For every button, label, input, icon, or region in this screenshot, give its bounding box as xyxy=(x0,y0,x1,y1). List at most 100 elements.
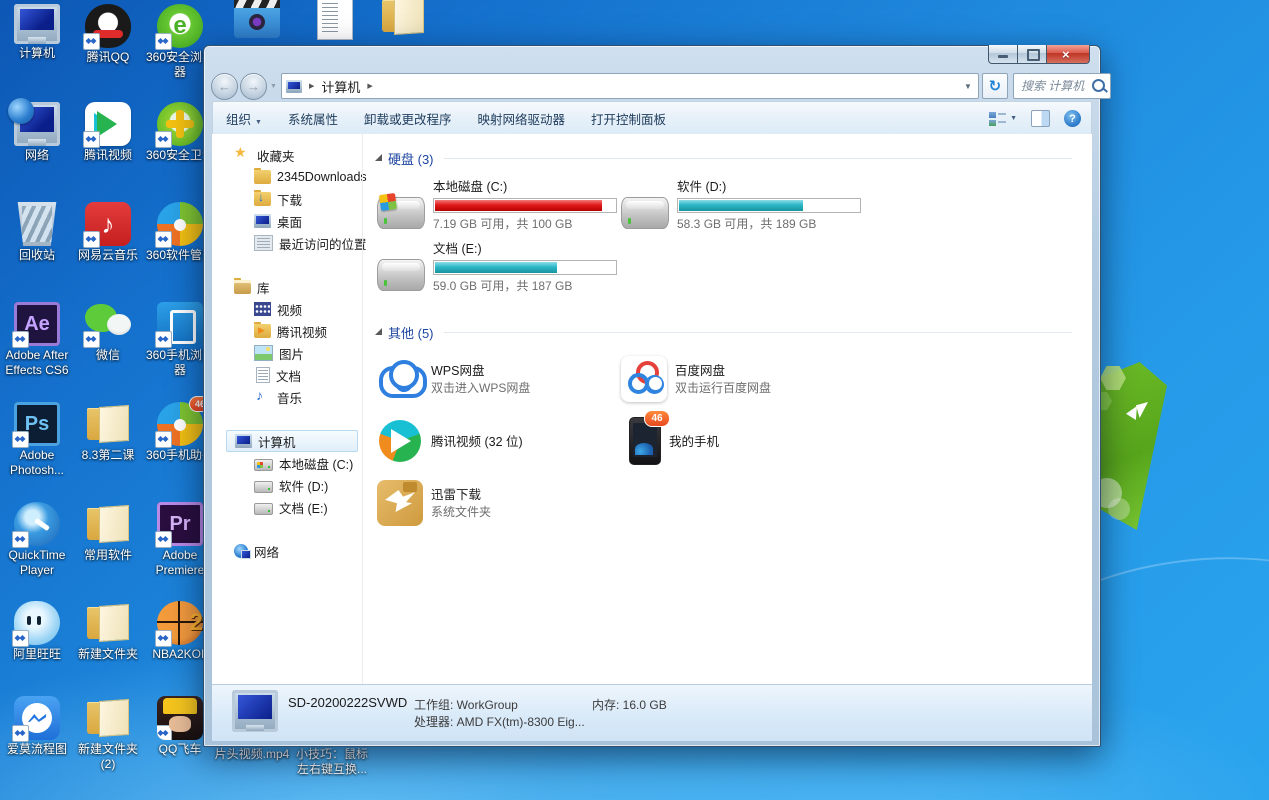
textfile-desktop-icon[interactable] xyxy=(300,0,370,40)
group-header[interactable]: 其他 (5) xyxy=(373,322,1076,342)
desktop-icon-art xyxy=(155,202,203,248)
desktop-icon-art xyxy=(380,0,426,38)
sidebar-item-桌面[interactable]: 桌面 xyxy=(212,210,362,232)
preview-pane-button[interactable] xyxy=(1031,110,1050,127)
help-button[interactable]: ? xyxy=(1064,110,1081,127)
shortcut-arrow-icon xyxy=(83,33,100,50)
微信-desktop-icon[interactable]: 微信 xyxy=(73,302,143,363)
阿里旺旺-desktop-icon[interactable]: 阿里旺旺 xyxy=(2,601,72,662)
item-name: 迅雷下载 xyxy=(431,488,482,502)
forward-button[interactable]: → xyxy=(240,72,267,100)
desktop-icon-art: Ps xyxy=(12,402,60,448)
计算机-desktop-icon[interactable]: 计算机 xyxy=(2,4,72,61)
新建文件夹-desktop-icon[interactable]: 新建文件夹 xyxy=(73,601,143,662)
sidebar-item-文档[interactable]: 文档 xyxy=(212,364,362,386)
uninstall-or-change-program-button[interactable]: 卸载或更改程序 xyxy=(351,109,465,128)
clapper-desktop-icon[interactable] xyxy=(222,0,292,38)
Adobe Photosh...-desktop-icon[interactable]: Ps Adobe Photosh... xyxy=(2,402,72,477)
sidebar-item-库[interactable]: 库 xyxy=(212,276,362,298)
refresh-button[interactable]: ↻ xyxy=(981,73,1008,99)
desktop-icon-art: e xyxy=(155,4,203,50)
breadcrumb-arrow-icon[interactable]: ▶ xyxy=(367,82,372,90)
sidebar-item-软件 (D:)[interactable]: 软件 (D:) xyxy=(212,474,362,496)
sidebar-item-图片[interactable]: 图片 xyxy=(212,342,362,364)
sidebar-item-下载[interactable]: 下载 xyxy=(212,188,362,210)
常用软件-desktop-icon[interactable]: 常用软件 xyxy=(73,502,143,563)
computer-name: SD-20200222SVWD xyxy=(288,695,408,710)
QuickTime Player-desktop-icon[interactable]: QuickTime Player xyxy=(2,502,72,577)
sidebar-item-音乐[interactable]: 音乐 xyxy=(212,386,362,408)
hdd-c-icon xyxy=(377,192,425,229)
item-name: 腾讯视频 (32 位) xyxy=(431,434,523,449)
腾讯QQ-desktop-icon[interactable]: 腾讯QQ xyxy=(73,4,143,65)
wallpaper-bokeh xyxy=(1108,498,1130,520)
address-bar: ← → ▼ ▶ 计算机 ▶ ▼ ↻ xyxy=(211,71,1111,101)
item-name: 我的手机 xyxy=(669,434,720,449)
新建文件夹 (2)-desktop-icon[interactable]: 新建文件夹 (2) xyxy=(73,696,143,771)
desktop-icon-art xyxy=(83,4,131,50)
breadcrumb-arrow-icon[interactable]: ▶ xyxy=(309,82,314,90)
group-header[interactable]: 硬盘 (3) xyxy=(373,148,1076,168)
sidebar-item-最近访问的位置[interactable]: 最近访问的位置 xyxy=(212,232,367,254)
desktop-icon-art xyxy=(234,0,280,38)
back-button[interactable]: ← xyxy=(211,72,238,100)
navigation-pane: 收藏夹 2345Downloads 下载桌面最近访问的位置库视频腾讯视频图片文档音乐… xyxy=(212,134,367,684)
网易云音乐-desktop-icon[interactable]: ♪ 网易云音乐 xyxy=(73,202,143,263)
history-dropdown-icon[interactable]: ▼ xyxy=(270,83,277,90)
breadcrumb[interactable]: ▶ 计算机 ▶ ▼ xyxy=(280,73,979,99)
腾讯视频 (32 位)-item[interactable]: 腾讯视频 (32 位) xyxy=(377,412,621,468)
close-button[interactable]: × xyxy=(1046,45,1090,64)
desktop-icon-art xyxy=(12,502,60,548)
8.3第二课-desktop-icon[interactable]: 8.3第二课 xyxy=(73,402,143,463)
sidebar-item-本地磁盘 (C:)[interactable]: 本地磁盘 (C:) xyxy=(212,452,362,474)
软件 (D:)-item[interactable]: 软件 (D:) 58.3 GB 可用，共 189 GB xyxy=(621,176,865,232)
system-properties-button[interactable]: 系统属性 xyxy=(275,109,351,128)
desktop-icon-label: 8.3第二课 xyxy=(81,448,135,462)
desktop-icon-label: 网络 xyxy=(24,148,49,162)
map-network-drive-button[interactable]: 映射网络驱动器 xyxy=(464,109,578,128)
sidebar-item-label: 腾讯视频 xyxy=(277,325,328,340)
迅雷下载-item[interactable]: 迅雷下载 系统文件夹 xyxy=(377,474,621,530)
folder-desktop-icon[interactable] xyxy=(368,0,438,38)
shortcut-arrow-icon xyxy=(157,725,172,740)
腾讯视频-desktop-icon[interactable]: 腾讯视频 xyxy=(73,102,143,163)
文档 (E:)-item[interactable]: 文档 (E:) 59.0 GB 可用，共 187 GB xyxy=(377,238,621,294)
hdd-icon xyxy=(377,259,425,291)
sidebar-item-计算机[interactable]: 计算机 xyxy=(226,430,358,452)
WPS网盘-item[interactable]: WPS网盘 双击进入WPS网盘 xyxy=(377,350,621,406)
sidebar-item-视频[interactable]: 视频 xyxy=(212,298,362,320)
desktop-icon-art: 46 xyxy=(155,396,211,448)
sidebar-item-label: 计算机 xyxy=(258,435,296,450)
group-collapse-icon xyxy=(375,153,382,161)
organize-button[interactable]: 组织 ▼ xyxy=(213,109,275,128)
search-input[interactable] xyxy=(1018,78,1095,94)
breadcrumb-item-computer[interactable]: 计算机 xyxy=(321,77,360,96)
desktop-icon-art: Pr xyxy=(155,502,203,548)
desktop-icon-label: 新建文件夹 (2) xyxy=(77,742,138,771)
minimize-button[interactable] xyxy=(988,45,1018,64)
drive-icon xyxy=(254,503,273,515)
sidebar-item-网络[interactable]: 网络 xyxy=(212,540,362,562)
sidebar-item-文档 (E:)[interactable]: 文档 (E:) xyxy=(212,496,362,518)
网络-desktop-icon[interactable]: 网络 xyxy=(2,98,72,163)
sidebar-item-2345Downloads[interactable]: 2345Downloads xyxy=(212,166,367,188)
desktop-icon-art xyxy=(8,98,60,146)
Adobe After Effects CS6-desktop-icon[interactable]: Ae Adobe After Effects CS6 xyxy=(2,302,72,377)
address-dropdown-icon[interactable]: ▼ xyxy=(964,82,972,91)
shortcut-arrow-icon xyxy=(12,431,29,448)
sidebar-item-腾讯视频[interactable]: 腾讯视频 xyxy=(212,320,362,342)
shortcut-arrow-icon xyxy=(83,331,100,348)
爱莫流程图-desktop-icon[interactable]: 爱莫流程图 xyxy=(2,696,72,757)
百度网盘-item[interactable]: 百度网盘 双击运行百度网盘 xyxy=(621,350,865,406)
本地磁盘 (C:)-item[interactable]: 本地磁盘 (C:) 7.19 GB 可用，共 100 GB xyxy=(377,176,621,232)
shortcut-arrow-icon xyxy=(12,725,29,742)
shortcut-arrow-icon xyxy=(155,33,172,50)
item-info: 双击运行百度网盘 xyxy=(675,381,772,395)
change-view-button[interactable]: ▼ xyxy=(989,110,1017,127)
我的手机-item[interactable]: 46 我的手机 xyxy=(621,410,865,468)
maximize-button[interactable] xyxy=(1018,45,1046,64)
open-control-panel-button[interactable]: 打开控制面板 xyxy=(578,109,679,128)
sidebar-item-收藏夹[interactable]: 收藏夹 xyxy=(212,144,362,166)
tvfolder-icon xyxy=(254,322,271,338)
回收站-desktop-icon[interactable]: 回收站 xyxy=(2,202,72,263)
